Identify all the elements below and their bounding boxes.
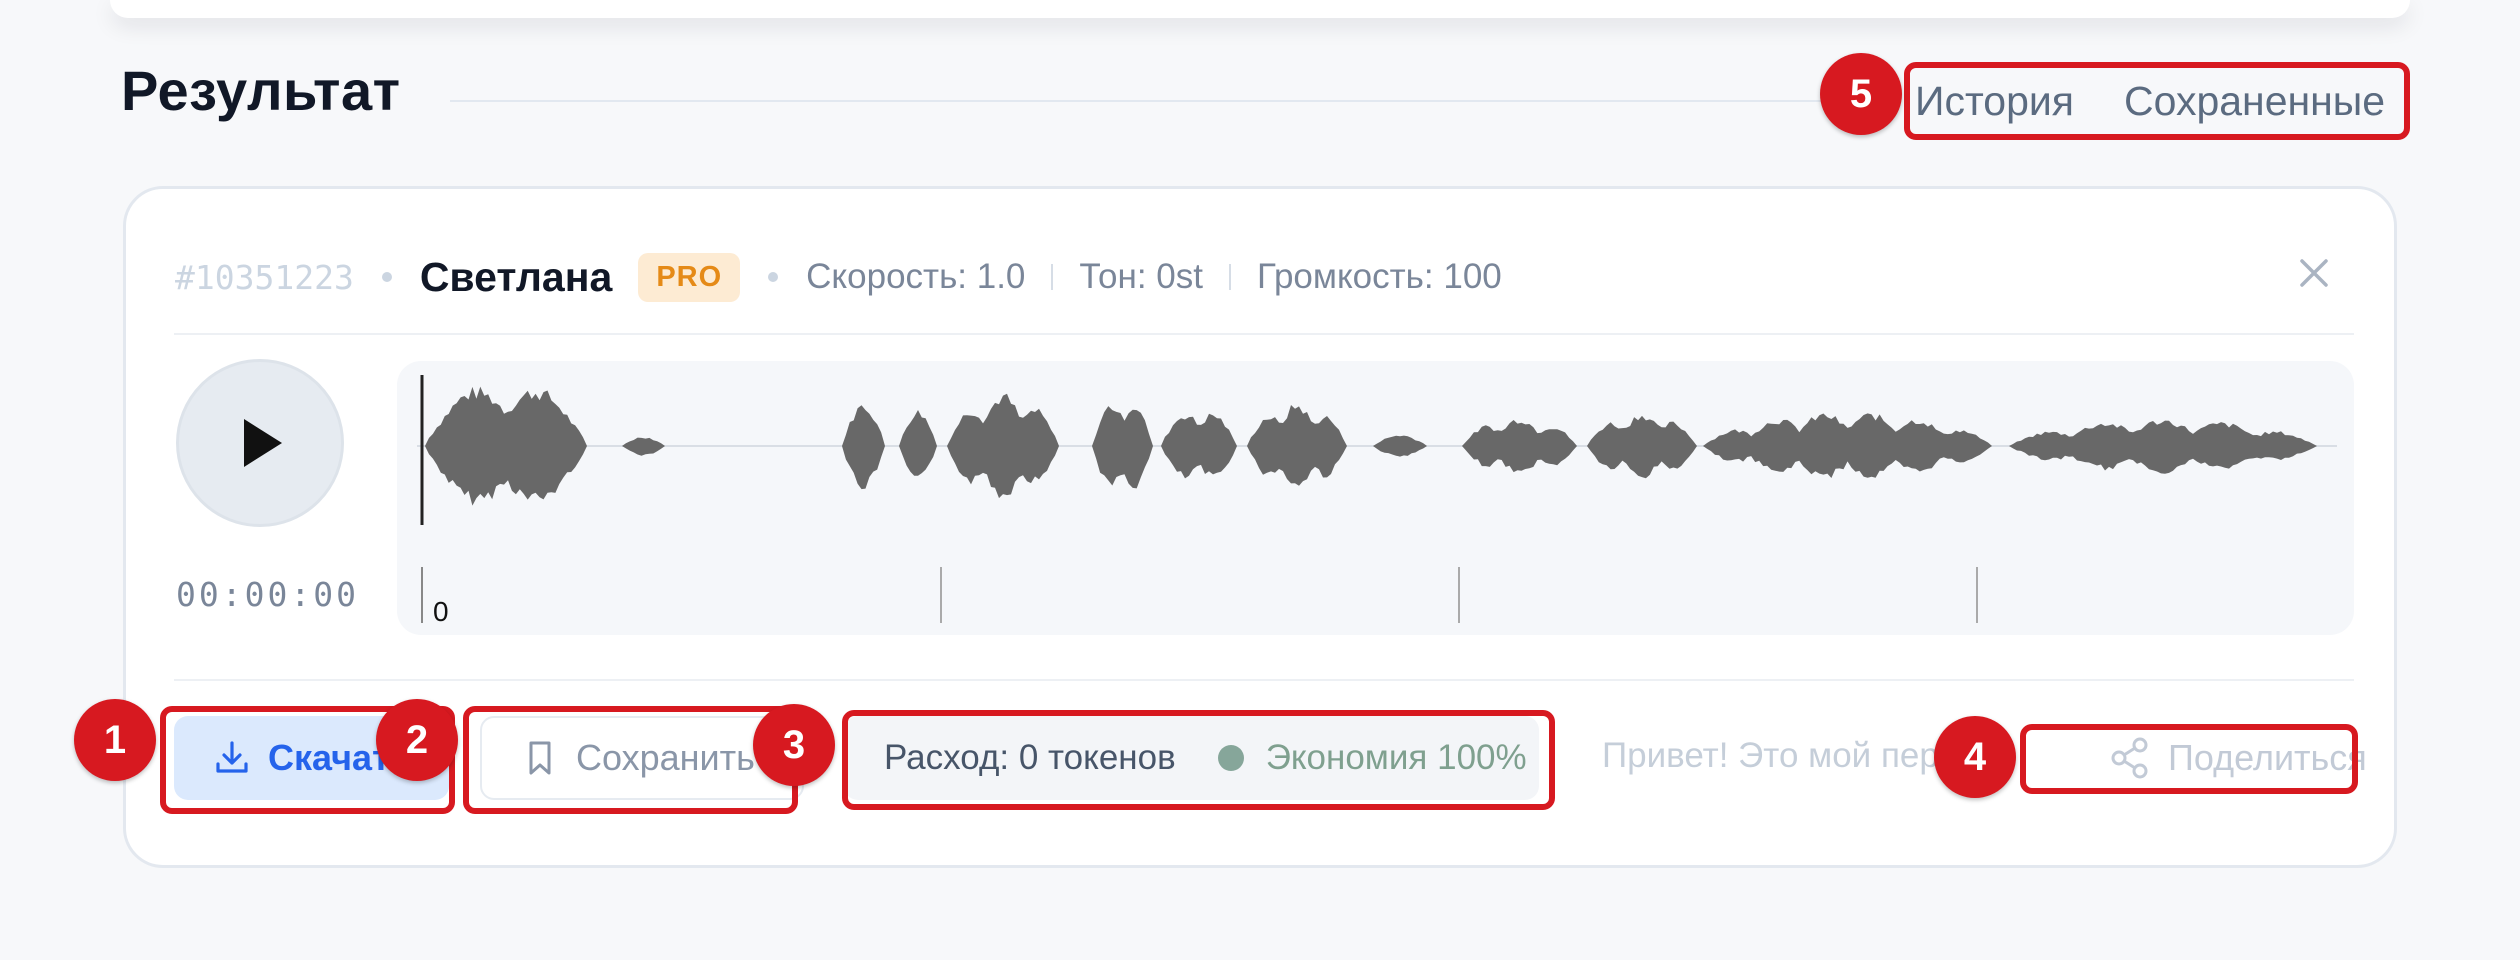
meta-dot (381, 272, 392, 282)
param-separator (1228, 264, 1231, 290)
card-divider (174, 679, 2354, 681)
card-divider (174, 333, 2354, 335)
annotation-badge-4: 4 (1934, 716, 2016, 798)
annotation-badge-1: 1 (74, 699, 156, 781)
param-separator (1051, 264, 1054, 290)
annotation-badge-2: 2 (376, 699, 458, 781)
timeline-label: 0 (433, 596, 449, 627)
playback-time: 00:00:00 (176, 575, 359, 614)
play-button[interactable] (176, 359, 344, 527)
annotation-badge-5: 5 (1820, 53, 1902, 135)
annotation-box-share (2020, 724, 2358, 794)
annotation-box-tabs (1904, 62, 2410, 140)
result-meta: #10351223 Светлана PRO Скорость: 1.0 Тон… (175, 247, 1502, 307)
speed-param: Скорость: 1.0 (806, 257, 1026, 296)
annotation-box-save (463, 706, 798, 814)
waveform-player[interactable]: 0 (397, 361, 2354, 635)
pro-badge: PRO (638, 252, 741, 302)
result-id: #10351223 (175, 257, 354, 297)
previous-panel-edge (110, 0, 2410, 18)
annotation-box-cost (842, 710, 1555, 810)
annotation-badge-3: 3 (753, 704, 835, 786)
voice-name: Светлана (419, 253, 613, 300)
section-title: Результат (121, 59, 401, 122)
close-icon[interactable] (2290, 249, 2338, 297)
meta-dot (768, 272, 779, 282)
volume-param: Громкость: 100 (1256, 257, 1502, 296)
tone-param: Тон: 0st (1079, 257, 1203, 296)
play-icon (244, 419, 282, 467)
title-divider (450, 100, 1850, 102)
